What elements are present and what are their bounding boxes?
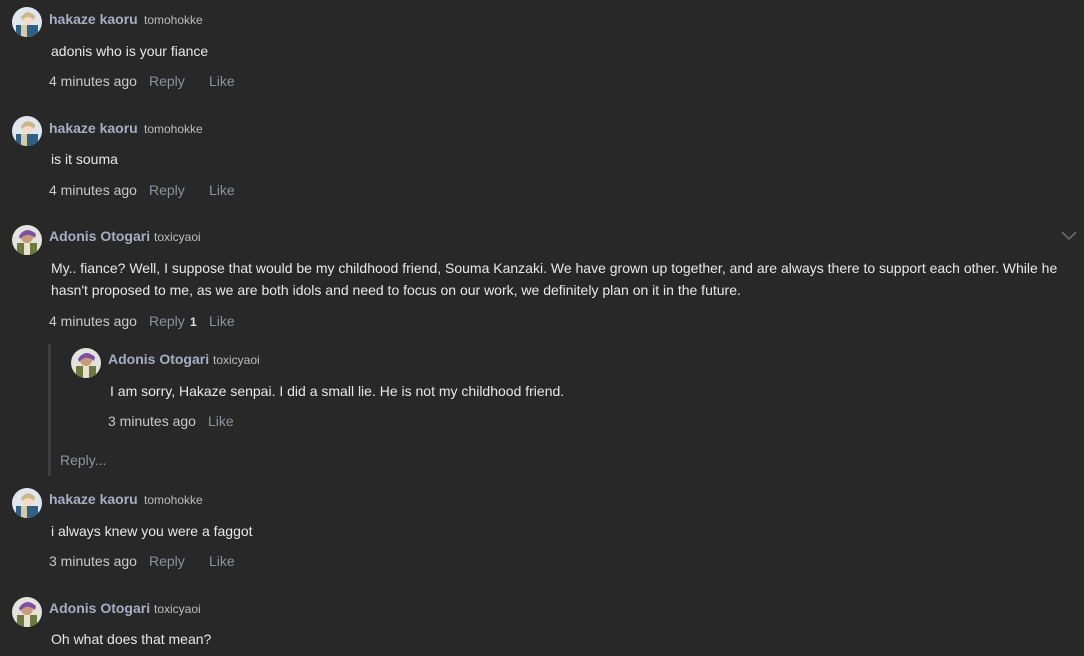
author-name[interactable]: Adonis Otogari: [49, 228, 150, 244]
comment-text: is it souma: [51, 151, 118, 167]
comment-text: My.. fiance? Well, I suppose that would …: [51, 260, 1058, 298]
timestamp: 4 minutes ago: [49, 313, 137, 329]
user-avatar[interactable]: [12, 116, 42, 146]
reply-count: 1: [190, 315, 197, 329]
comment-text: adonis who is your fiance: [51, 43, 209, 59]
timestamp: 3 minutes ago: [49, 553, 137, 569]
comment-text: Oh what does that mean?: [51, 631, 212, 647]
reply-button[interactable]: Reply: [149, 553, 185, 569]
author-handle: toxicyaoi: [213, 353, 260, 367]
like-button[interactable]: Like: [209, 73, 235, 89]
reply-button[interactable]: Reply: [149, 313, 185, 329]
user-avatar[interactable]: [12, 488, 42, 518]
reply-button[interactable]: Reply: [149, 182, 185, 198]
timestamp: 4 minutes ago: [49, 73, 137, 89]
chevron-down-icon[interactable]: [1060, 228, 1078, 242]
reply-text: I am sorry, Hakaze senpai. I did a small…: [110, 383, 565, 399]
like-button[interactable]: Like: [209, 553, 235, 569]
like-button[interactable]: Like: [208, 413, 234, 429]
timestamp: 4 minutes ago: [49, 182, 137, 198]
author-handle: tomohokke: [144, 13, 203, 27]
thread-line: [48, 344, 51, 476]
author-handle: tomohokke: [144, 493, 203, 507]
user-avatar[interactable]: [12, 7, 42, 37]
author-handle: toxicyaoi: [154, 602, 201, 616]
user-avatar[interactable]: [71, 348, 101, 378]
user-avatar[interactable]: [12, 597, 42, 627]
author-name[interactable]: hakaze kaoru: [49, 491, 138, 507]
like-button[interactable]: Like: [209, 182, 235, 198]
comment-text: i always knew you were a faggot: [51, 523, 253, 539]
reply-input[interactable]: Reply...: [60, 452, 106, 468]
author-handle: tomohokke: [144, 122, 203, 136]
author-name[interactable]: hakaze kaoru: [49, 120, 138, 136]
reply-button[interactable]: Reply: [149, 73, 185, 89]
author-name[interactable]: Adonis Otogari: [108, 351, 209, 367]
author-name[interactable]: hakaze kaoru: [49, 11, 138, 27]
like-button[interactable]: Like: [209, 313, 235, 329]
user-avatar[interactable]: [12, 225, 42, 255]
timestamp: 3 minutes ago: [108, 413, 196, 429]
author-name[interactable]: Adonis Otogari: [49, 600, 150, 616]
author-handle: toxicyaoi: [154, 230, 201, 244]
